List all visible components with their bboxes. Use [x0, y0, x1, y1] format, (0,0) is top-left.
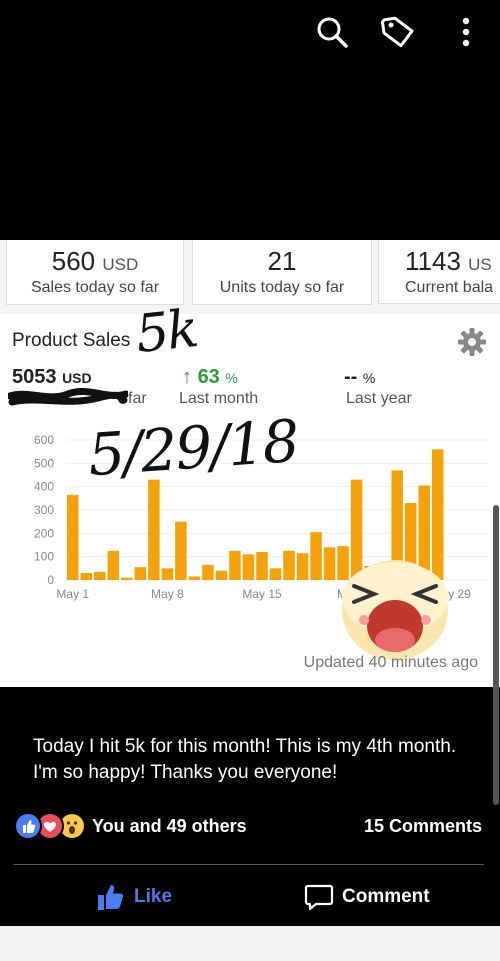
bar [121, 577, 133, 580]
bar [269, 568, 282, 580]
bar [202, 564, 214, 580]
bar [256, 552, 268, 580]
tag-icon[interactable] [380, 14, 416, 50]
reactions-label[interactable]: You and 49 others [92, 816, 247, 837]
y-tick-label: 400 [34, 480, 54, 494]
up-arrow-icon: ↑ [182, 366, 192, 388]
bar [80, 573, 93, 580]
handwritten-date: 5/29/18 [85, 406, 300, 490]
bar [310, 532, 322, 580]
month-label: Last month [179, 390, 259, 407]
month-change-metric: ↑ 63 % [182, 366, 238, 389]
summary-tiles: 560 USD Sales today so far 21 Units toda… [0, 240, 500, 306]
bar [67, 494, 79, 580]
comments-count[interactable]: 15 Comments [364, 816, 482, 837]
x-tick-label: May 8 [151, 587, 184, 601]
search-icon[interactable] [314, 14, 350, 50]
top-bar [0, 0, 500, 240]
bar [148, 479, 160, 580]
divider [14, 864, 484, 865]
scrollbar[interactable] [493, 505, 499, 805]
tile-currency: USD [102, 255, 139, 274]
product-sales-title: Product Sales [12, 330, 131, 351]
bar [94, 571, 106, 580]
tile-sales-today: 560 USD Sales today so far [6, 240, 184, 305]
year-change-metric: -- % [344, 366, 375, 389]
tile-value: 1143 [405, 246, 461, 276]
bar [175, 521, 187, 580]
bar [134, 567, 147, 580]
bar [161, 568, 174, 580]
post-photo[interactable]: 560 USD Sales today so far 21 Units toda… [0, 240, 500, 687]
sales-label: far [128, 390, 147, 407]
x-tick-label: May 15 [242, 587, 282, 601]
sales-currency: USD [62, 370, 92, 386]
like-button[interactable]: Like [96, 882, 206, 912]
comment-bubble-icon [304, 884, 334, 911]
tile-value: 560 [51, 246, 96, 276]
bar [188, 576, 201, 580]
y-tick-label: 0 [47, 573, 54, 587]
bar [283, 550, 295, 580]
tile-currency: US [468, 255, 492, 274]
bar [215, 570, 228, 580]
tile-value: 21 [267, 246, 297, 276]
sales-value: 5053 [12, 366, 57, 388]
tile-label: Sales today so far [30, 279, 160, 296]
y-tick-label: 200 [34, 526, 54, 540]
bar [242, 554, 255, 580]
bar [229, 550, 241, 580]
tile-label: Units today so far [219, 279, 345, 296]
month-change-value: 63 [197, 366, 220, 388]
post-caption: Today I hit 5k for this month! This is m… [33, 736, 457, 783]
like-label: Like [134, 886, 173, 907]
tile-units-today: 21 Units today so far [192, 240, 372, 305]
gear-icon[interactable] [456, 326, 488, 358]
y-tick-label: 500 [34, 456, 54, 470]
bar [296, 553, 309, 580]
tile-label: Current bala [405, 279, 494, 296]
y-tick-label: 100 [34, 550, 54, 564]
year-label: Last year [346, 390, 412, 407]
x-tick-label: May 1 [56, 587, 89, 601]
sales-metric: 5053 USD [12, 366, 92, 389]
bar [107, 550, 120, 580]
y-tick-label: 300 [34, 503, 54, 517]
like-reaction-icon [14, 812, 42, 840]
laughing-emoji-sticker [342, 560, 448, 660]
comment-label: Comment [342, 886, 430, 907]
system-nav-bar [0, 926, 500, 961]
bar [323, 547, 336, 580]
tile-current-balance: 1143 US Current bala [378, 240, 500, 304]
year-change-unit: % [362, 370, 376, 386]
updated-timestamp: Updated 40 minutes ago [303, 654, 478, 671]
thumbs-up-icon [98, 885, 124, 910]
year-change-value: -- [344, 366, 358, 388]
handwritten-amount: 5k [133, 298, 200, 366]
redaction-scribble [8, 388, 128, 406]
more-vert-icon[interactable] [448, 14, 484, 50]
y-tick-label: 600 [34, 433, 54, 447]
month-change-unit: % [225, 370, 238, 386]
comment-button[interactable]: Comment [304, 882, 454, 912]
product-sales-card: Product Sales 5k 5053 USD ↑ 63 % -- % fa… [0, 299, 500, 687]
